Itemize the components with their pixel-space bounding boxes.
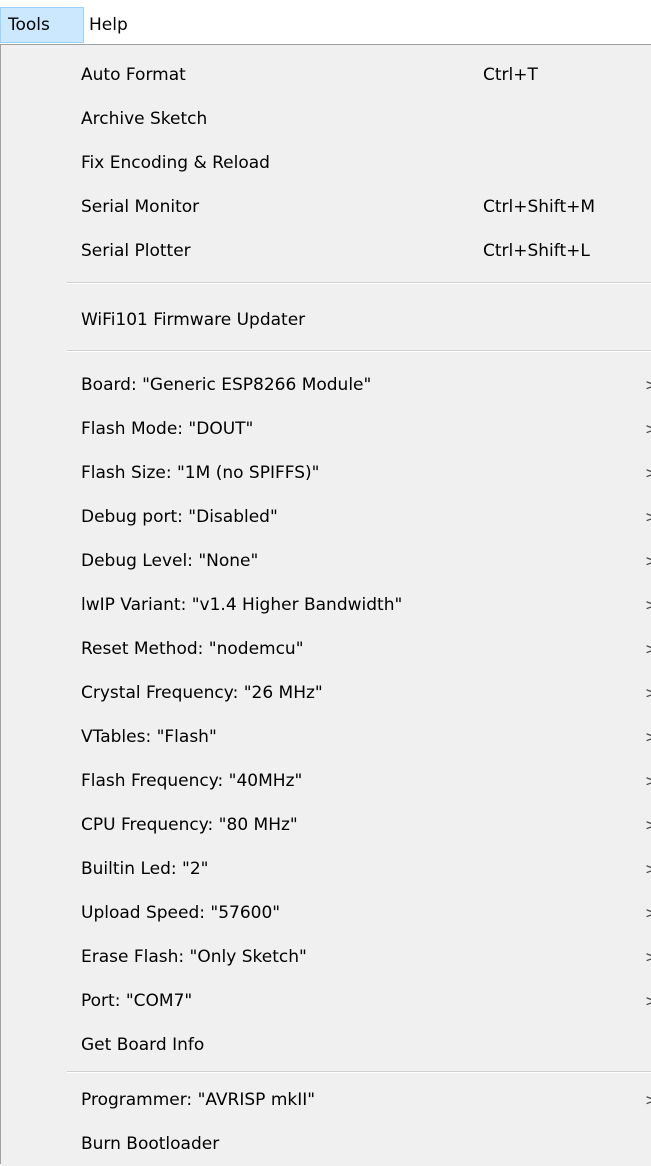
menu-item-archive-sketch[interactable]: Archive Sketch — [1, 97, 651, 141]
submenu-arrow-icon: > — [645, 847, 651, 891]
menu-separator — [67, 1071, 651, 1073]
menu-item-label: Flash Mode: "DOUT" — [81, 419, 254, 439]
submenu-arrow-icon: > — [645, 1078, 651, 1122]
menu-item-shortcut: Ctrl+Shift+L — [483, 241, 590, 261]
menu-item-cpu-frequency[interactable]: CPU Frequency: "80 MHz" > — [1, 803, 651, 847]
menu-item-shortcut: Ctrl+Shift+M — [483, 197, 596, 217]
menu-item-get-board-info[interactable]: Get Board Info — [1, 1023, 651, 1067]
menu-item-label: Board: "Generic ESP8266 Module" — [81, 375, 372, 395]
menu-separator — [67, 282, 651, 284]
menu-item-label: Debug port: "Disabled" — [81, 507, 278, 527]
menu-item-upload-speed[interactable]: Upload Speed: "57600" > — [1, 891, 651, 935]
submenu-arrow-icon: > — [645, 671, 651, 715]
menu-help[interactable]: Help — [84, 7, 144, 43]
menu-item-auto-format[interactable]: Auto Format Ctrl+T — [1, 53, 651, 97]
menu-separator — [67, 350, 651, 352]
submenu-arrow-icon: > — [645, 407, 651, 451]
menu-item-label: Burn Bootloader — [81, 1134, 220, 1154]
menu-item-flash-size[interactable]: Flash Size: "1M (no SPIFFS)" > — [1, 451, 651, 495]
submenu-arrow-icon: > — [645, 979, 651, 1023]
menu-item-lwip-variant[interactable]: lwIP Variant: "v1.4 Higher Bandwidth" > — [1, 583, 651, 627]
menu-item-label: Serial Plotter — [81, 241, 191, 261]
menu-item-builtin-led[interactable]: Builtin Led: "2" > — [1, 847, 651, 891]
menu-item-reset-method[interactable]: Reset Method: "nodemcu" > — [1, 627, 651, 671]
menu-item-vtables[interactable]: VTables: "Flash" > — [1, 715, 651, 759]
submenu-arrow-icon: > — [645, 363, 651, 407]
menu-item-label: Auto Format — [81, 65, 186, 85]
menu-item-fix-encoding-reload[interactable]: Fix Encoding & Reload — [1, 141, 651, 185]
menu-item-label: Flash Frequency: "40MHz" — [81, 771, 303, 791]
menu-item-serial-plotter[interactable]: Serial Plotter Ctrl+Shift+L — [1, 229, 651, 273]
menu-item-crystal-frequency[interactable]: Crystal Frequency: "26 MHz" > — [1, 671, 651, 715]
submenu-arrow-icon: > — [645, 803, 651, 847]
menu-item-label: Flash Size: "1M (no SPIFFS)" — [81, 463, 320, 483]
menu-item-label: Programmer: "AVRISP mkII" — [81, 1090, 316, 1110]
menu-item-label: Serial Monitor — [81, 197, 200, 217]
submenu-arrow-icon: > — [645, 627, 651, 671]
menu-item-flash-mode[interactable]: Flash Mode: "DOUT" > — [1, 407, 651, 451]
submenu-arrow-icon: > — [645, 451, 651, 495]
submenu-arrow-icon: > — [645, 583, 651, 627]
menu-item-port[interactable]: Port: "COM7" > — [1, 979, 651, 1023]
menu-item-flash-frequency[interactable]: Flash Frequency: "40MHz" > — [1, 759, 651, 803]
menu-item-label: CPU Frequency: "80 MHz" — [81, 815, 298, 835]
menu-item-serial-monitor[interactable]: Serial Monitor Ctrl+Shift+M — [1, 185, 651, 229]
menu-item-label: Crystal Frequency: "26 MHz" — [81, 683, 323, 703]
menu-item-board[interactable]: Board: "Generic ESP8266 Module" > — [1, 363, 651, 407]
menu-item-label: lwIP Variant: "v1.4 Higher Bandwidth" — [81, 595, 403, 615]
menu-item-debug-level[interactable]: Debug Level: "None" > — [1, 539, 651, 583]
menu-bar: Tools Help — [0, 0, 651, 44]
menu-item-label: Get Board Info — [81, 1035, 205, 1055]
menu-item-label: Fix Encoding & Reload — [81, 153, 270, 173]
menu-item-shortcut: Ctrl+T — [483, 65, 538, 85]
menu-item-programmer[interactable]: Programmer: "AVRISP mkII" > — [1, 1078, 651, 1122]
menu-item-label: Erase Flash: "Only Sketch" — [81, 947, 307, 967]
menu-item-label: VTables: "Flash" — [81, 727, 217, 747]
submenu-arrow-icon: > — [645, 495, 651, 539]
menu-item-label: Archive Sketch — [81, 109, 208, 129]
submenu-arrow-icon: > — [645, 935, 651, 979]
menu-item-label: Builtin Led: "2" — [81, 859, 209, 879]
menu-item-label: Port: "COM7" — [81, 991, 193, 1011]
menu-item-label: WiFi101 Firmware Updater — [81, 310, 306, 330]
menu-item-debug-port[interactable]: Debug port: "Disabled" > — [1, 495, 651, 539]
submenu-arrow-icon: > — [645, 715, 651, 759]
menu-item-label: Debug Level: "None" — [81, 551, 259, 571]
menu-item-label: Reset Method: "nodemcu" — [81, 639, 304, 659]
menu-tools[interactable]: Tools — [0, 7, 84, 43]
menu-item-wifi101-firmware-updater[interactable]: WiFi101 Firmware Updater — [1, 298, 651, 342]
submenu-arrow-icon: > — [645, 539, 651, 583]
submenu-arrow-icon: > — [645, 891, 651, 935]
menu-item-label: Upload Speed: "57600" — [81, 903, 281, 923]
submenu-arrow-icon: > — [645, 759, 651, 803]
tools-dropdown-menu: Auto Format Ctrl+T Archive Sketch Fix En… — [0, 44, 651, 1164]
menu-item-burn-bootloader[interactable]: Burn Bootloader — [1, 1122, 651, 1166]
menu-item-erase-flash[interactable]: Erase Flash: "Only Sketch" > — [1, 935, 651, 979]
